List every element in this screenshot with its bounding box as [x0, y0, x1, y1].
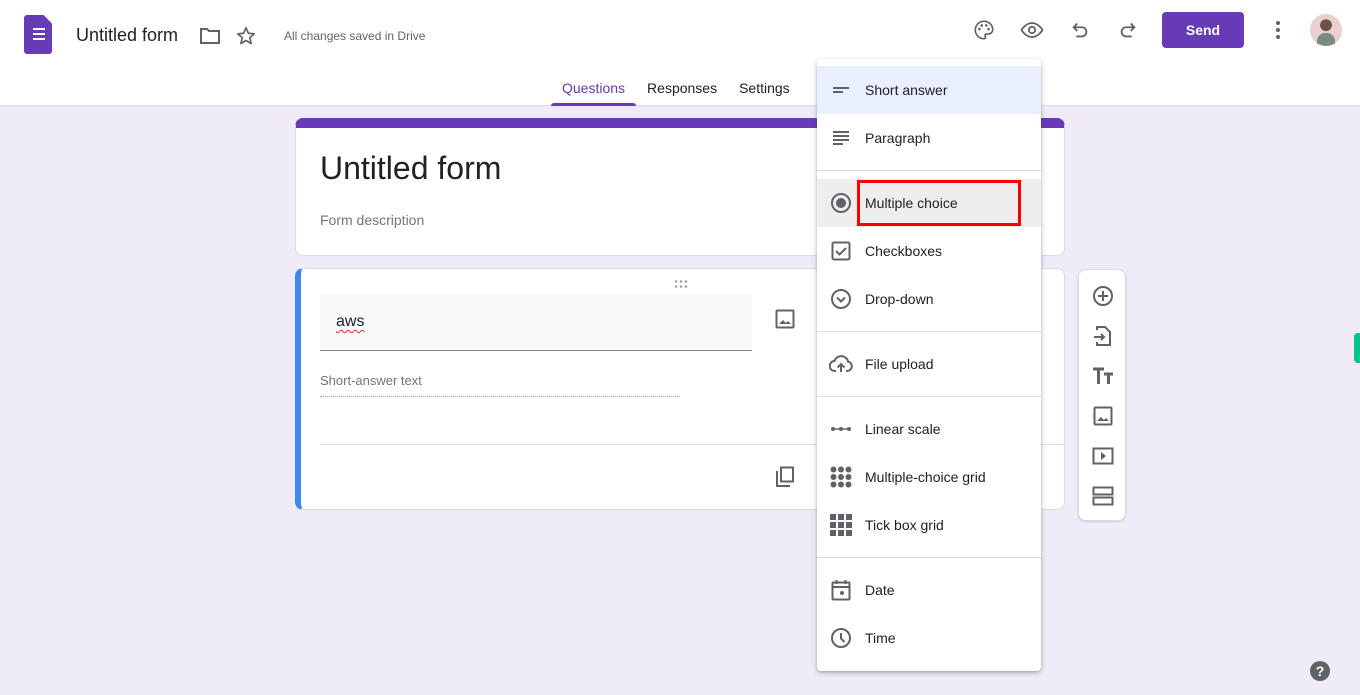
- checkbox-icon: [829, 239, 853, 263]
- add-title-icon[interactable]: [1089, 362, 1117, 390]
- menu-item-label: Linear scale: [865, 421, 941, 437]
- cloud-upload-icon: [829, 352, 853, 376]
- drag-handle-icon[interactable]: [673, 276, 689, 288]
- menu-item-label: Drop-down: [865, 291, 934, 307]
- question-title-input[interactable]: aws: [320, 293, 752, 351]
- add-section-icon[interactable]: [1089, 482, 1117, 510]
- menu-item-label: Date: [865, 582, 895, 598]
- tab-settings[interactable]: Settings: [728, 70, 801, 106]
- tab-bar: Questions Responses Settings: [551, 70, 801, 106]
- undo-icon[interactable]: [1066, 16, 1094, 44]
- menu-divider: [817, 557, 1041, 558]
- import-questions-icon[interactable]: [1089, 322, 1117, 350]
- forms-logo-icon[interactable]: [24, 15, 52, 54]
- menu-item-drop-down[interactable]: Drop-down: [817, 275, 1041, 323]
- checkbox-grid-icon: [829, 513, 853, 537]
- menu-item-label: Paragraph: [865, 130, 931, 146]
- menu-item-time[interactable]: Time: [817, 614, 1041, 662]
- add-question-icon[interactable]: [1089, 282, 1117, 310]
- tab-responses[interactable]: Responses: [636, 70, 728, 106]
- radio-button-icon: [829, 191, 853, 215]
- linear-scale-icon: [829, 417, 853, 441]
- menu-item-label: Time: [865, 630, 896, 646]
- help-icon[interactable]: ?: [1310, 661, 1330, 681]
- menu-divider: [817, 170, 1041, 171]
- form-description-input[interactable]: Form description: [320, 212, 424, 228]
- side-extension-tab[interactable]: [1354, 333, 1360, 363]
- annotation-highlight-box: [857, 180, 1021, 226]
- menu-item-label: Checkboxes: [865, 243, 943, 259]
- menu-item-label: Tick box grid: [865, 517, 944, 533]
- preview-eye-icon[interactable]: [1018, 16, 1046, 44]
- menu-item-multiple-choice-grid[interactable]: Multiple-choice grid: [817, 453, 1041, 501]
- radio-grid-icon: [829, 465, 853, 489]
- menu-item-linear-scale[interactable]: Linear scale: [817, 405, 1041, 453]
- clock-icon: [829, 626, 853, 650]
- floating-toolbar: [1078, 269, 1126, 521]
- menu-item-label: Multiple-choice grid: [865, 469, 986, 485]
- redo-icon[interactable]: [1114, 16, 1142, 44]
- menu-item-label: Short answer: [865, 82, 948, 98]
- duplicate-icon[interactable]: [771, 463, 799, 491]
- menu-item-label: File upload: [865, 356, 934, 372]
- menu-item-paragraph[interactable]: Paragraph: [817, 114, 1041, 162]
- menu-item-short-answer[interactable]: Short answer: [817, 66, 1041, 114]
- save-status: All changes saved in Drive: [284, 29, 426, 43]
- star-icon[interactable]: [232, 22, 260, 50]
- more-vert-icon[interactable]: [1264, 16, 1292, 44]
- folder-icon[interactable]: [196, 22, 224, 50]
- palette-icon[interactable]: [970, 16, 998, 44]
- menu-item-date[interactable]: Date: [817, 566, 1041, 614]
- document-title[interactable]: Untitled form: [76, 25, 178, 46]
- add-video-icon[interactable]: [1089, 442, 1117, 470]
- menu-item-checkboxes[interactable]: Checkboxes: [817, 227, 1041, 275]
- menu-divider: [817, 396, 1041, 397]
- short-answer-icon: [829, 78, 853, 102]
- short-answer-placeholder: Short-answer text: [320, 373, 680, 397]
- avatar[interactable]: [1310, 14, 1342, 46]
- question-type-menu: Short answer Paragraph Multiple choice C…: [817, 59, 1041, 671]
- add-image-icon[interactable]: [1089, 402, 1117, 430]
- question-title-text: aws: [336, 313, 365, 330]
- menu-item-file-upload[interactable]: File upload: [817, 340, 1041, 388]
- add-image-icon[interactable]: [771, 305, 799, 333]
- tab-questions[interactable]: Questions: [551, 70, 637, 106]
- paragraph-icon: [829, 126, 853, 150]
- menu-item-tick-box-grid[interactable]: Tick box grid: [817, 501, 1041, 549]
- calendar-icon: [829, 578, 853, 602]
- app-header: Untitled form All changes saved in Drive…: [0, 0, 1360, 106]
- form-title-input[interactable]: Untitled form: [320, 150, 501, 187]
- dropdown-circle-icon: [829, 287, 853, 311]
- menu-item-multiple-choice[interactable]: Multiple choice: [817, 179, 1041, 227]
- send-button[interactable]: Send: [1162, 12, 1244, 48]
- menu-divider: [817, 331, 1041, 332]
